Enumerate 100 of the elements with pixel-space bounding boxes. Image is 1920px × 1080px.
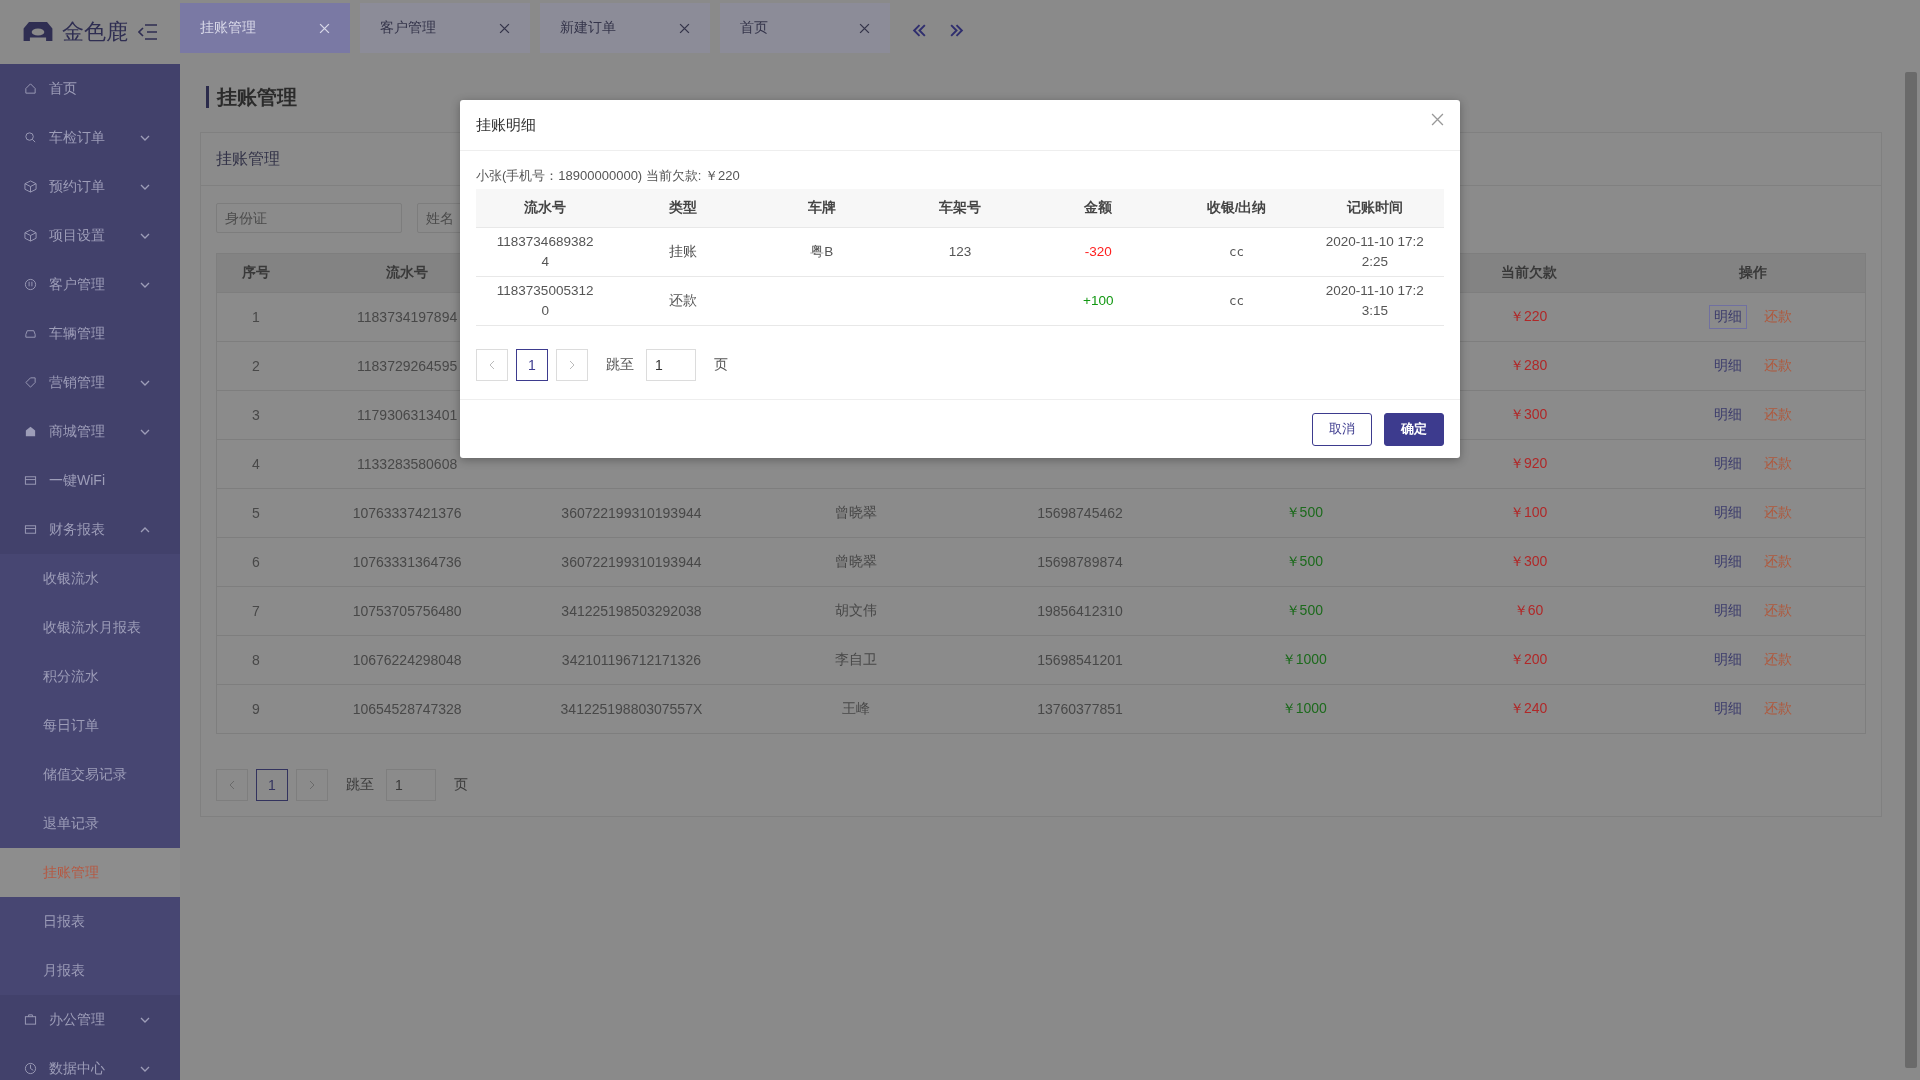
double-right-arrow-icon[interactable] <box>949 22 964 38</box>
menu-item-icon <box>24 278 37 291</box>
chevron-down-icon <box>140 183 150 190</box>
table-cell: 15698789874 <box>1037 554 1123 570</box>
table-cell: ￥220 <box>1509 308 1548 326</box>
table-cell: ￥200 <box>1509 651 1548 669</box>
column-header: 类型 <box>668 199 699 217</box>
table-cell: 19856412310 <box>1037 603 1123 619</box>
table-cell-text: 2020-11-10 17:22:25 <box>1324 233 1425 271</box>
submenu-item[interactable]: 收银流水 <box>0 554 180 603</box>
menu-item-icon <box>24 474 37 487</box>
table-cell: ￥100 <box>1509 504 1548 522</box>
chevron-down-icon <box>140 134 150 141</box>
detail-link[interactable]: 明细 <box>1708 550 1747 574</box>
table-cell-text: 123 <box>948 243 972 261</box>
menu-item[interactable]: 车检订单 <box>0 113 180 162</box>
table-cell: 1183729264595 <box>357 358 458 374</box>
table-cell-text: +100 <box>1083 292 1114 310</box>
detail-link[interactable]: 明细 <box>1708 648 1747 672</box>
card-title: 挂账管理 <box>216 148 280 169</box>
cancel-button[interactable]: 取消 <box>1312 412 1372 446</box>
page-number-button[interactable]: 1 <box>516 349 548 381</box>
page-input[interactable]: 1 <box>646 349 696 381</box>
submenu-item[interactable]: 积分流水 <box>0 652 180 701</box>
table-cell-text: cc <box>1229 243 1245 261</box>
menu-item-icon <box>24 180 37 193</box>
table-cell-text: 11837350053120 <box>495 282 595 320</box>
table-cell-text: 粤B <box>810 243 834 261</box>
column-header: 序号 <box>241 263 271 282</box>
detail-link[interactable]: 明细 <box>1708 501 1747 525</box>
table-cell-text: 挂账 <box>669 243 698 261</box>
menu-item[interactable]: 办公管理 <box>0 995 180 1044</box>
menu-item[interactable]: 数据中心 <box>0 1044 180 1080</box>
menu-item[interactable]: 项目设置 <box>0 211 180 260</box>
chevron-down-icon <box>140 428 150 435</box>
menu-item[interactable]: 客户管理 <box>0 260 180 309</box>
submenu-item[interactable]: 储值交易记录 <box>0 750 180 799</box>
close-icon[interactable] <box>1431 112 1444 126</box>
submenu-item[interactable]: 收银流水月报表 <box>0 603 180 652</box>
submenu-item[interactable]: 每日订单 <box>0 701 180 750</box>
confirm-button[interactable]: 确定 <box>1384 412 1444 446</box>
menu-item[interactable]: 营销管理 <box>0 358 180 407</box>
table-cell: ￥500 <box>1285 504 1323 522</box>
table-cell: 13760377851 <box>1037 701 1123 717</box>
menu-item[interactable]: 商城管理 <box>0 407 180 456</box>
menu-item[interactable]: 一键WiFi <box>0 456 180 505</box>
table-cell: 胡文伟 <box>834 602 877 620</box>
chevron-left-icon <box>489 360 495 370</box>
scrollbar-thumb[interactable] <box>1905 72 1917 1068</box>
table-cell: 10654528747328 <box>352 701 462 717</box>
detail-link[interactable]: 明细 <box>1708 403 1747 427</box>
table-cell: ￥300 <box>1509 406 1548 424</box>
column-header: 车架号 <box>938 199 982 217</box>
menu-item-icon <box>24 82 37 95</box>
close-icon[interactable] <box>679 22 690 34</box>
jump-label: 跳至 <box>606 356 634 374</box>
chevron-right-icon <box>569 360 575 370</box>
menu-item-icon <box>24 1013 37 1026</box>
detail-link[interactable]: 明细 <box>1708 354 1747 378</box>
page-tab[interactable]: 挂账管理 <box>180 3 350 53</box>
detail-link[interactable]: 明细 <box>1708 599 1747 623</box>
table-cell: 7 <box>252 603 260 619</box>
submenu-item[interactable]: 退单记录 <box>0 799 180 848</box>
column-header: 流水号 <box>523 199 568 217</box>
page-input[interactable]: 1 <box>386 769 436 801</box>
submenu-item[interactable]: 日报表 <box>0 897 180 946</box>
chevron-down-icon <box>140 1065 150 1072</box>
filter-field[interactable]: 身份证 <box>216 203 402 233</box>
column-header: 金额 <box>1083 199 1114 217</box>
table-cell-text: cc <box>1229 292 1245 310</box>
table-cell: 1 <box>252 309 260 325</box>
menu-item-icon <box>24 523 37 536</box>
menu-item[interactable]: 首页 <box>0 64 180 113</box>
table-cell: 9 <box>252 701 260 717</box>
submenu-item[interactable]: 月报表 <box>0 946 180 995</box>
table-cell: 曾晓翠 <box>834 504 877 522</box>
page-tab[interactable]: 新建订单 <box>540 3 710 53</box>
double-left-arrow-icon[interactable] <box>912 22 927 38</box>
page-number-button[interactable]: 1 <box>256 769 288 801</box>
page-tab[interactable]: 客户管理 <box>360 3 530 53</box>
detail-link[interactable]: 明细 <box>1708 697 1747 721</box>
chevron-left-icon <box>229 780 235 790</box>
menu-item[interactable]: 车辆管理 <box>0 309 180 358</box>
table-cell: ￥500 <box>1285 553 1323 571</box>
table-cell-text: 11837346893824 <box>495 233 595 271</box>
menu-item-icon <box>24 1062 37 1075</box>
page-tab[interactable]: 首页 <box>720 3 890 53</box>
detail-link[interactable]: 明细 <box>1708 452 1747 476</box>
menu-collapse-icon[interactable] <box>138 23 158 41</box>
chevron-right-icon <box>309 780 315 790</box>
detail-link[interactable]: 明细 <box>1708 305 1747 329</box>
menu-item[interactable]: 预约订单 <box>0 162 180 211</box>
chevron-down-icon <box>140 281 150 288</box>
close-icon[interactable] <box>859 22 870 34</box>
menu-item[interactable]: 财务报表 <box>0 505 180 554</box>
table-cell: 3 <box>252 407 260 423</box>
table-cell: ￥60 <box>1513 602 1544 620</box>
table-cell: 曾晓翠 <box>834 553 877 571</box>
close-icon[interactable] <box>499 22 510 34</box>
menu-item-icon <box>24 229 37 242</box>
